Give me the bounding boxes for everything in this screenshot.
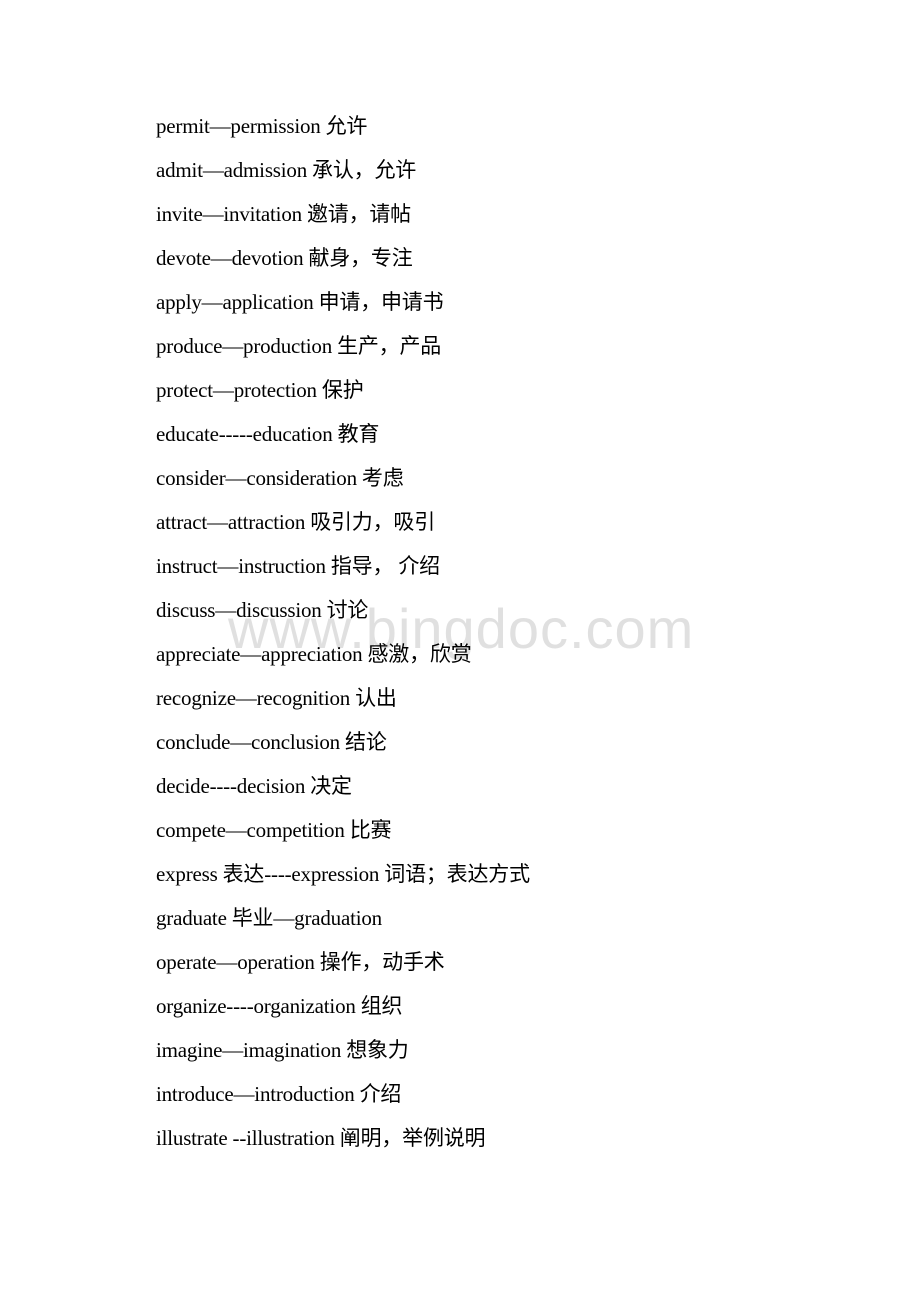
- word-pair-line: permit—permission 允许: [156, 114, 368, 138]
- word-pair-line: conclude—conclusion 结论: [156, 730, 387, 754]
- word-pair-line: illustrate --illustration 阐明，举例说明: [156, 1126, 486, 1150]
- word-pair-line: introduce—introduction 介绍: [156, 1082, 402, 1106]
- word-pair-line: imagine—imagination 想象力: [156, 1038, 409, 1062]
- word-pair-line: consider—consideration 考虑: [156, 466, 404, 490]
- word-pair-line: attract—attraction 吸引力，吸引: [156, 510, 436, 534]
- word-pair-line: devote—devotion 献身，专注: [156, 246, 413, 270]
- word-pair-line: invite—invitation 邀请，请帖: [156, 202, 411, 226]
- word-pair-line: produce—production 生产，产品: [156, 334, 442, 358]
- word-pair-line: organize----organization 组织: [156, 994, 403, 1018]
- word-pair-line: discuss—discussion 讨论: [156, 598, 369, 622]
- word-list: permit—permission 允许 admit—admission 承认，…: [156, 110, 530, 1166]
- word-pair-line: decide----decision 决定: [156, 774, 352, 798]
- word-pair-line: admit—admission 承认，允许: [156, 158, 417, 182]
- word-pair-line: operate—operation 操作，动手术: [156, 950, 445, 974]
- word-pair-line: express 表达----expression 词语；表达方式: [156, 862, 530, 886]
- word-pair-line: compete—competition 比赛: [156, 818, 392, 842]
- word-pair-line: graduate 毕业—graduation: [156, 906, 382, 930]
- word-pair-line: educate-----education 教育: [156, 422, 380, 446]
- word-pair-line: recognize—recognition 认出: [156, 686, 397, 710]
- word-pair-line: instruct—instruction 指导， 介绍: [156, 554, 440, 578]
- document-page: www.bingdoc.com permit—permission 允许 adm…: [0, 0, 920, 1302]
- word-pair-line: apply—application 申请，申请书: [156, 290, 444, 314]
- word-pair-line: appreciate—appreciation 感激，欣赏: [156, 642, 472, 666]
- word-pair-line: protect—protection 保护: [156, 378, 364, 402]
